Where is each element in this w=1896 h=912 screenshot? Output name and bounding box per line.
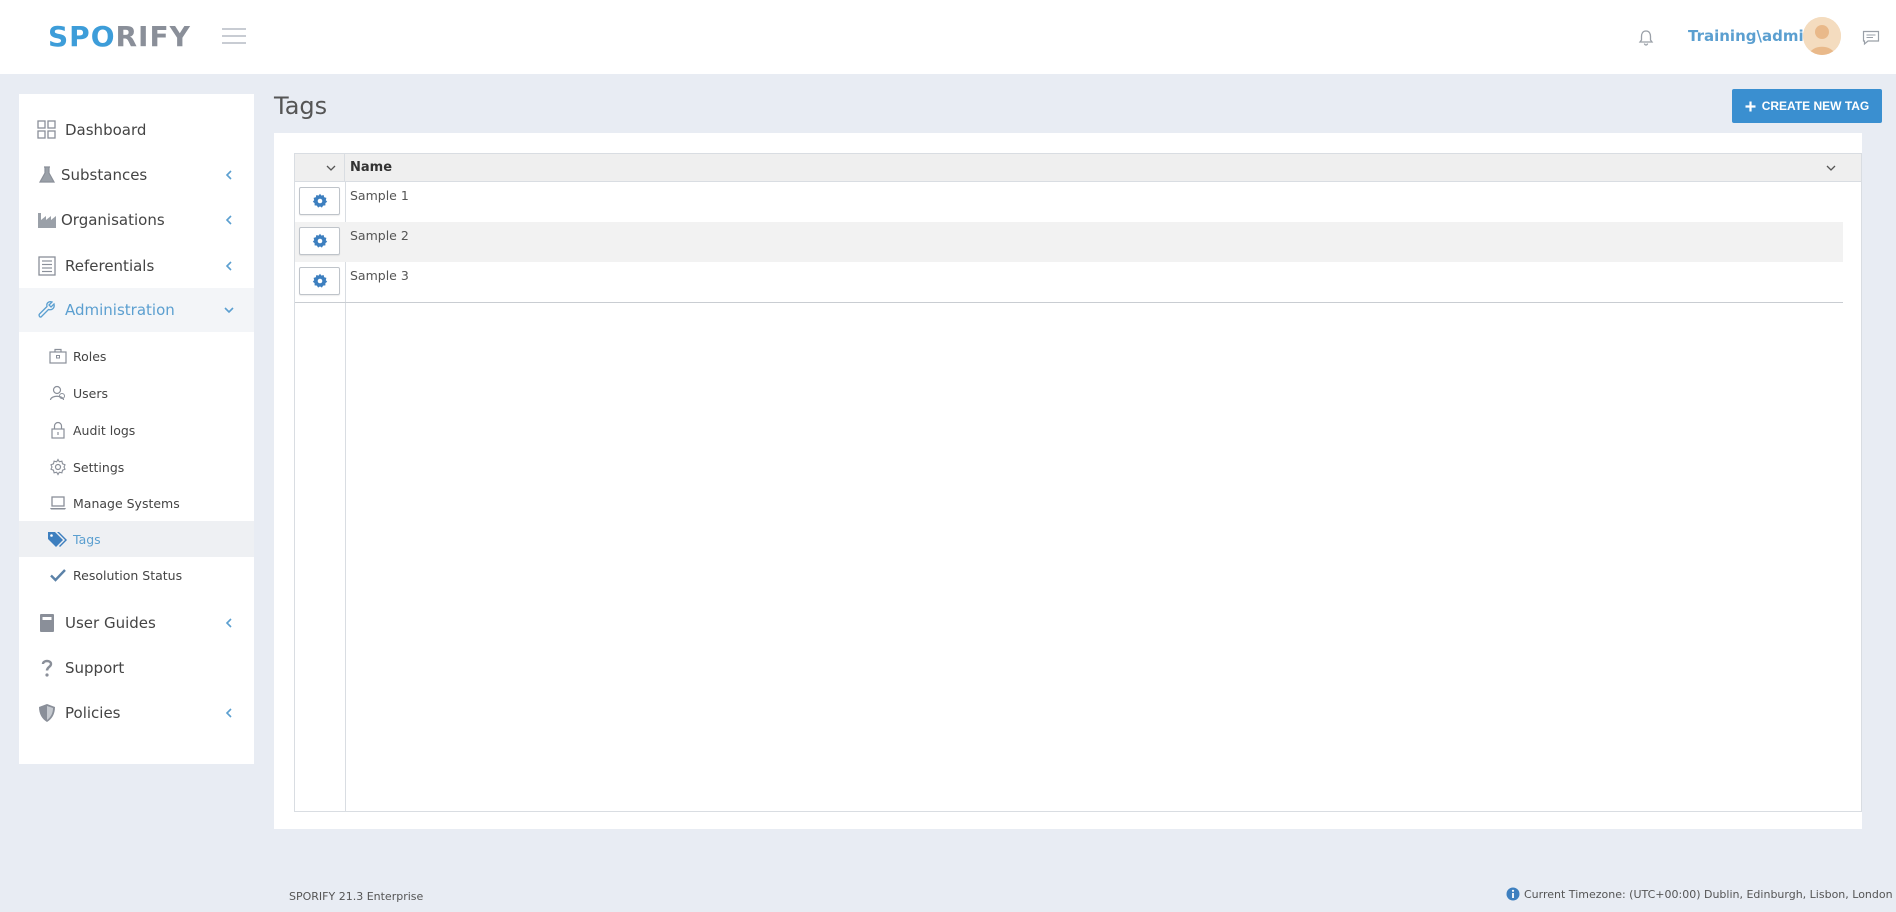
timezone-info: Current Timezone: (UTC+00:00) Dublin, Ed… xyxy=(1506,887,1893,901)
chevron-down-icon xyxy=(326,165,336,171)
table-row[interactable]: Sample 1 xyxy=(295,182,1843,222)
chevron-left-icon xyxy=(225,708,232,718)
chevron-left-icon xyxy=(225,618,232,628)
question-icon xyxy=(41,659,53,677)
row-actions-column-header[interactable] xyxy=(295,154,345,182)
industry-icon xyxy=(38,213,56,228)
sidebar-item-label: User Guides xyxy=(65,614,156,632)
info-icon xyxy=(1506,887,1520,901)
content-panel: Name Sample 1 Sample 2 Sample 3 xyxy=(274,133,1862,829)
app-logo[interactable]: SPORIFY xyxy=(48,19,191,53)
gear-icon xyxy=(312,193,327,208)
book-icon xyxy=(40,614,54,632)
menu-toggle-icon[interactable] xyxy=(222,28,246,46)
sidebar-item-support[interactable]: Support xyxy=(19,646,254,690)
table-row[interactable]: Sample 2 xyxy=(295,222,1843,262)
sidebar-item-label: Administration xyxy=(65,301,175,319)
rows-end-divider xyxy=(295,302,1843,303)
shield-icon xyxy=(39,704,55,722)
create-new-tag-label: CREATE NEW TAG xyxy=(1761,99,1870,113)
laptop-icon xyxy=(50,496,66,510)
sidebar: Dashboard Substances Organisations Refer… xyxy=(19,94,254,764)
sidebar-subitem-label: Tags xyxy=(73,531,101,547)
sidebar-item-label: Dashboard xyxy=(65,121,147,139)
sidebar-subitem-label: Settings xyxy=(73,459,125,475)
sidebar-item-dashboard[interactable]: Dashboard xyxy=(19,108,254,152)
username-link[interactable]: Training\admin xyxy=(1688,27,1814,45)
sidebar-subitem-label: Roles xyxy=(73,348,107,364)
version-label: SPORIFY 21.3 Enterprise xyxy=(289,890,424,903)
chevron-left-icon xyxy=(225,170,232,180)
sidebar-subitem-label: Users xyxy=(73,385,109,401)
gear-icon xyxy=(312,273,327,288)
list-icon xyxy=(38,256,56,276)
row-settings-button[interactable] xyxy=(299,187,340,215)
table-row[interactable]: Sample 3 xyxy=(295,262,1843,302)
chevron-left-icon xyxy=(225,215,232,225)
gear-icon xyxy=(312,233,327,248)
chevron-down-icon xyxy=(224,307,234,314)
bell-icon[interactable] xyxy=(1636,28,1656,48)
timezone-label: Current Timezone: (UTC+00:00) Dublin, Ed… xyxy=(1524,887,1893,901)
column-menu-chevron-icon[interactable] xyxy=(1825,162,1837,174)
sidebar-item-administration[interactable]: Administration xyxy=(19,288,254,332)
dashboard-icon xyxy=(37,120,56,139)
tags-icon xyxy=(48,532,67,547)
sidebar-item-label: Support xyxy=(65,659,125,677)
sidebar-subitem-roles[interactable]: Roles xyxy=(19,338,254,374)
sidebar-item-label: Organisations xyxy=(61,211,165,229)
chat-icon[interactable] xyxy=(1862,30,1880,46)
plus-icon xyxy=(1745,101,1756,111)
logo-text: SPORIFY xyxy=(48,19,191,53)
briefcase-icon xyxy=(49,348,67,364)
sidebar-subitem-audit-logs[interactable]: Audit logs xyxy=(19,412,254,448)
sidebar-item-label: Policies xyxy=(65,704,121,722)
sidebar-item-organisations[interactable]: Organisations xyxy=(19,198,254,242)
column-header-name[interactable]: Name xyxy=(350,160,392,175)
lock-icon xyxy=(51,421,65,439)
tag-name-cell: Sample 3 xyxy=(350,268,409,283)
top-bar: SPORIFY Training\admin xyxy=(0,0,1896,74)
sidebar-item-user-guides[interactable]: User Guides xyxy=(19,601,254,645)
create-new-tag-button[interactable]: CREATE NEW TAG xyxy=(1732,89,1882,123)
check-icon xyxy=(50,569,66,582)
row-settings-button[interactable] xyxy=(299,227,340,255)
sidebar-item-substances[interactable]: Substances xyxy=(19,153,254,197)
sidebar-subitem-label: Manage Systems xyxy=(73,495,180,511)
sidebar-item-policies[interactable]: Policies xyxy=(19,691,254,735)
avatar[interactable] xyxy=(1803,17,1841,55)
users-icon xyxy=(49,385,65,401)
tag-name-cell: Sample 2 xyxy=(350,228,409,243)
sidebar-subitem-settings[interactable]: Settings xyxy=(19,449,254,485)
sidebar-item-label: Referentials xyxy=(65,257,155,275)
sidebar-item-referentials[interactable]: Referentials xyxy=(19,244,254,288)
sidebar-subitem-label: Audit logs xyxy=(73,422,136,438)
chevron-left-icon xyxy=(225,261,232,271)
sidebar-subitem-manage-systems[interactable]: Manage Systems xyxy=(19,485,254,521)
sidebar-subitem-resolution-status[interactable]: Resolution Status xyxy=(19,557,254,593)
gear-icon xyxy=(50,458,66,476)
sidebar-subitem-users[interactable]: Users xyxy=(19,375,254,411)
row-settings-button[interactable] xyxy=(299,267,340,295)
grid-header: Name xyxy=(295,154,1861,182)
page-title: Tags xyxy=(274,92,328,120)
sidebar-subitem-label: Resolution Status xyxy=(73,567,183,583)
tag-name-cell: Sample 1 xyxy=(350,188,409,203)
flask-icon xyxy=(38,166,56,183)
tags-grid: Name Sample 1 Sample 2 Sample 3 xyxy=(294,153,1862,812)
wrench-icon xyxy=(38,301,55,318)
sidebar-item-label: Substances xyxy=(61,166,148,184)
sidebar-subitem-tags[interactable]: Tags xyxy=(19,521,254,557)
